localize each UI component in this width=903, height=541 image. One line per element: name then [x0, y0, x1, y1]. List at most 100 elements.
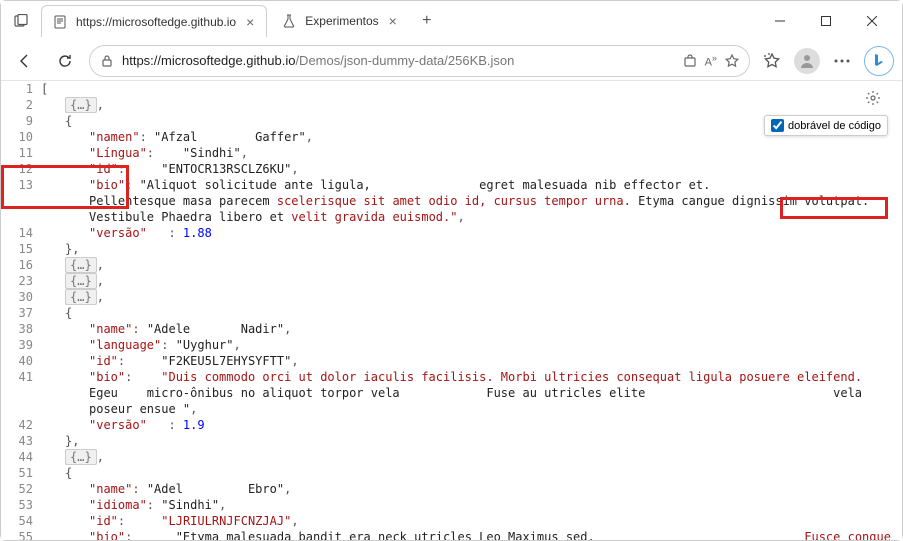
- code-text[interactable]: {…},: [41, 273, 902, 289]
- code-text[interactable]: "Língua": "Sindhi",: [41, 145, 902, 161]
- code-line: 51▾{: [1, 465, 902, 481]
- favorites-bar-icon[interactable]: [758, 47, 786, 75]
- line-number: 38: [1, 321, 41, 337]
- tab-actions-icon[interactable]: [9, 9, 33, 33]
- code-text[interactable]: "id": "ENTOCR13RSCLZ6KU",: [41, 161, 902, 177]
- maximize-button[interactable]: [804, 5, 848, 37]
- tab-active[interactable]: https://microsoftedge.github.io ×: [41, 5, 267, 37]
- code-text[interactable]: "idioma": "Sindhi",: [41, 497, 902, 513]
- json-viewer[interactable]: 1[2▸{…},9▾{10"namen": "Afzal Gaffer",11"…: [1, 81, 902, 540]
- code-line: 43},: [1, 433, 902, 449]
- line-number: 52: [1, 481, 41, 497]
- code-line: 1[: [1, 81, 902, 97]
- line-number: 43: [1, 433, 41, 449]
- line-number: 44▸: [1, 449, 41, 465]
- code-line: 30▸{…},: [1, 289, 902, 305]
- code-line: 39"language": "Uyghur",: [1, 337, 902, 353]
- line-number: 53: [1, 497, 41, 513]
- close-window-button[interactable]: [850, 5, 894, 37]
- code-text[interactable]: [: [41, 81, 902, 97]
- tab-close-icon[interactable]: ×: [244, 12, 256, 32]
- code-line: 44▸{…},: [1, 449, 902, 465]
- new-tab-button[interactable]: +: [413, 7, 441, 35]
- line-number: 55: [1, 529, 41, 540]
- code-text[interactable]: "bio": "Duis commodo orci ut dolor iacul…: [41, 369, 902, 417]
- code-line: 42"versão" : 1.9: [1, 417, 902, 433]
- code-text[interactable]: "name": "Adele Nadir",: [41, 321, 902, 337]
- line-number: 42: [1, 417, 41, 433]
- tab-inactive[interactable]: Experimentos ×: [271, 5, 409, 37]
- line-number: 30▸: [1, 289, 41, 305]
- code-text[interactable]: "versão" : 1.9: [41, 417, 902, 433]
- code-text[interactable]: "id": "F2KEU5L7EHYSYFTT",: [41, 353, 902, 369]
- code-text[interactable]: "id": "LJRIULRNJFCNZJAJ",: [41, 513, 902, 529]
- lock-icon: [100, 54, 114, 68]
- line-number: 41: [1, 369, 41, 417]
- url-text: https://microsoftedge.github.io/Demos/js…: [122, 53, 675, 68]
- page-content: dobrável de código 1[2▸{…},9▾{10"namen":…: [1, 81, 902, 540]
- code-line: 15},: [1, 241, 902, 257]
- page-favicon: [52, 14, 68, 30]
- settings-gear-icon[interactable]: [862, 87, 884, 109]
- code-text[interactable]: "language": "Uyghur",: [41, 337, 902, 353]
- code-fold-popup: dobrável de código: [764, 115, 888, 136]
- code-line: 40"id": "F2KEU5L7EHYSYFTT",: [1, 353, 902, 369]
- line-number: 37▾: [1, 305, 41, 321]
- code-line: 38"name": "Adele Nadir",: [1, 321, 902, 337]
- line-number: 10: [1, 129, 41, 145]
- line-number: 2▸: [1, 97, 41, 113]
- favorite-icon[interactable]: [725, 54, 739, 68]
- flask-icon: [281, 13, 297, 29]
- code-text[interactable]: {: [41, 465, 902, 481]
- code-text[interactable]: "name": "Adel Ebro",: [41, 481, 902, 497]
- code-text[interactable]: "bio": "Etyma malesuada bandit era neck …: [41, 529, 902, 540]
- line-number: 40: [1, 353, 41, 369]
- code-text[interactable]: {…},: [41, 257, 902, 273]
- read-aloud-icon[interactable]: A»: [705, 53, 717, 69]
- code-line: 13"bio": "Aliquot solicitude ante ligula…: [1, 177, 902, 225]
- line-number: 54: [1, 513, 41, 529]
- code-line: 2▸{…},: [1, 97, 902, 113]
- browser-toolbar: https://microsoftedge.github.io/Demos/js…: [1, 41, 902, 81]
- tab-strip: https://microsoftedge.github.io × Experi…: [41, 5, 441, 37]
- line-number: 15: [1, 241, 41, 257]
- code-text[interactable]: {: [41, 305, 902, 321]
- code-line: 14"versão" : 1.88: [1, 225, 902, 241]
- window-titlebar: https://microsoftedge.github.io × Experi…: [1, 1, 902, 41]
- back-button[interactable]: [9, 45, 41, 77]
- code-line: 37▾{: [1, 305, 902, 321]
- bing-icon[interactable]: [864, 46, 894, 76]
- code-text[interactable]: {…},: [41, 449, 902, 465]
- code-line: 11"Língua": "Sindhi",: [1, 145, 902, 161]
- code-line: 52"name": "Adel Ebro",: [1, 481, 902, 497]
- minimize-button[interactable]: [758, 5, 802, 37]
- line-number: 1: [1, 81, 41, 97]
- line-number: 39: [1, 337, 41, 353]
- code-line: 23▸{…},: [1, 273, 902, 289]
- line-number: 23▸: [1, 273, 41, 289]
- tab-title: https://microsoftedge.github.io: [76, 15, 236, 29]
- code-text[interactable]: {…},: [41, 289, 902, 305]
- profile-avatar[interactable]: [794, 48, 820, 74]
- line-number: 14: [1, 225, 41, 241]
- code-text[interactable]: "versão" : 1.88: [41, 225, 902, 241]
- code-line: 16▸{…},: [1, 257, 902, 273]
- code-text[interactable]: },: [41, 433, 902, 449]
- code-fold-label: dobrável de código: [788, 120, 881, 132]
- address-bar[interactable]: https://microsoftedge.github.io/Demos/js…: [89, 45, 750, 77]
- code-line: 54"id": "LJRIULRNJFCNZJAJ",: [1, 513, 902, 529]
- more-menu-icon[interactable]: [828, 47, 856, 75]
- code-fold-checkbox[interactable]: [771, 119, 784, 132]
- line-number: 51▾: [1, 465, 41, 481]
- line-number: 12: [1, 161, 41, 177]
- refresh-button[interactable]: [49, 45, 81, 77]
- code-text[interactable]: "bio": "Aliquot solicitude ante ligula, …: [41, 177, 902, 225]
- code-line: 55"bio": "Etyma malesuada bandit era nec…: [1, 529, 902, 540]
- shopping-icon[interactable]: [683, 54, 697, 68]
- code-text[interactable]: {…},: [41, 97, 902, 113]
- code-text[interactable]: },: [41, 241, 902, 257]
- line-number: 11: [1, 145, 41, 161]
- code-line: 41"bio": "Duis commodo orci ut dolor iac…: [1, 369, 902, 417]
- tab-close-icon[interactable]: ×: [387, 11, 399, 31]
- window-controls: [758, 5, 894, 37]
